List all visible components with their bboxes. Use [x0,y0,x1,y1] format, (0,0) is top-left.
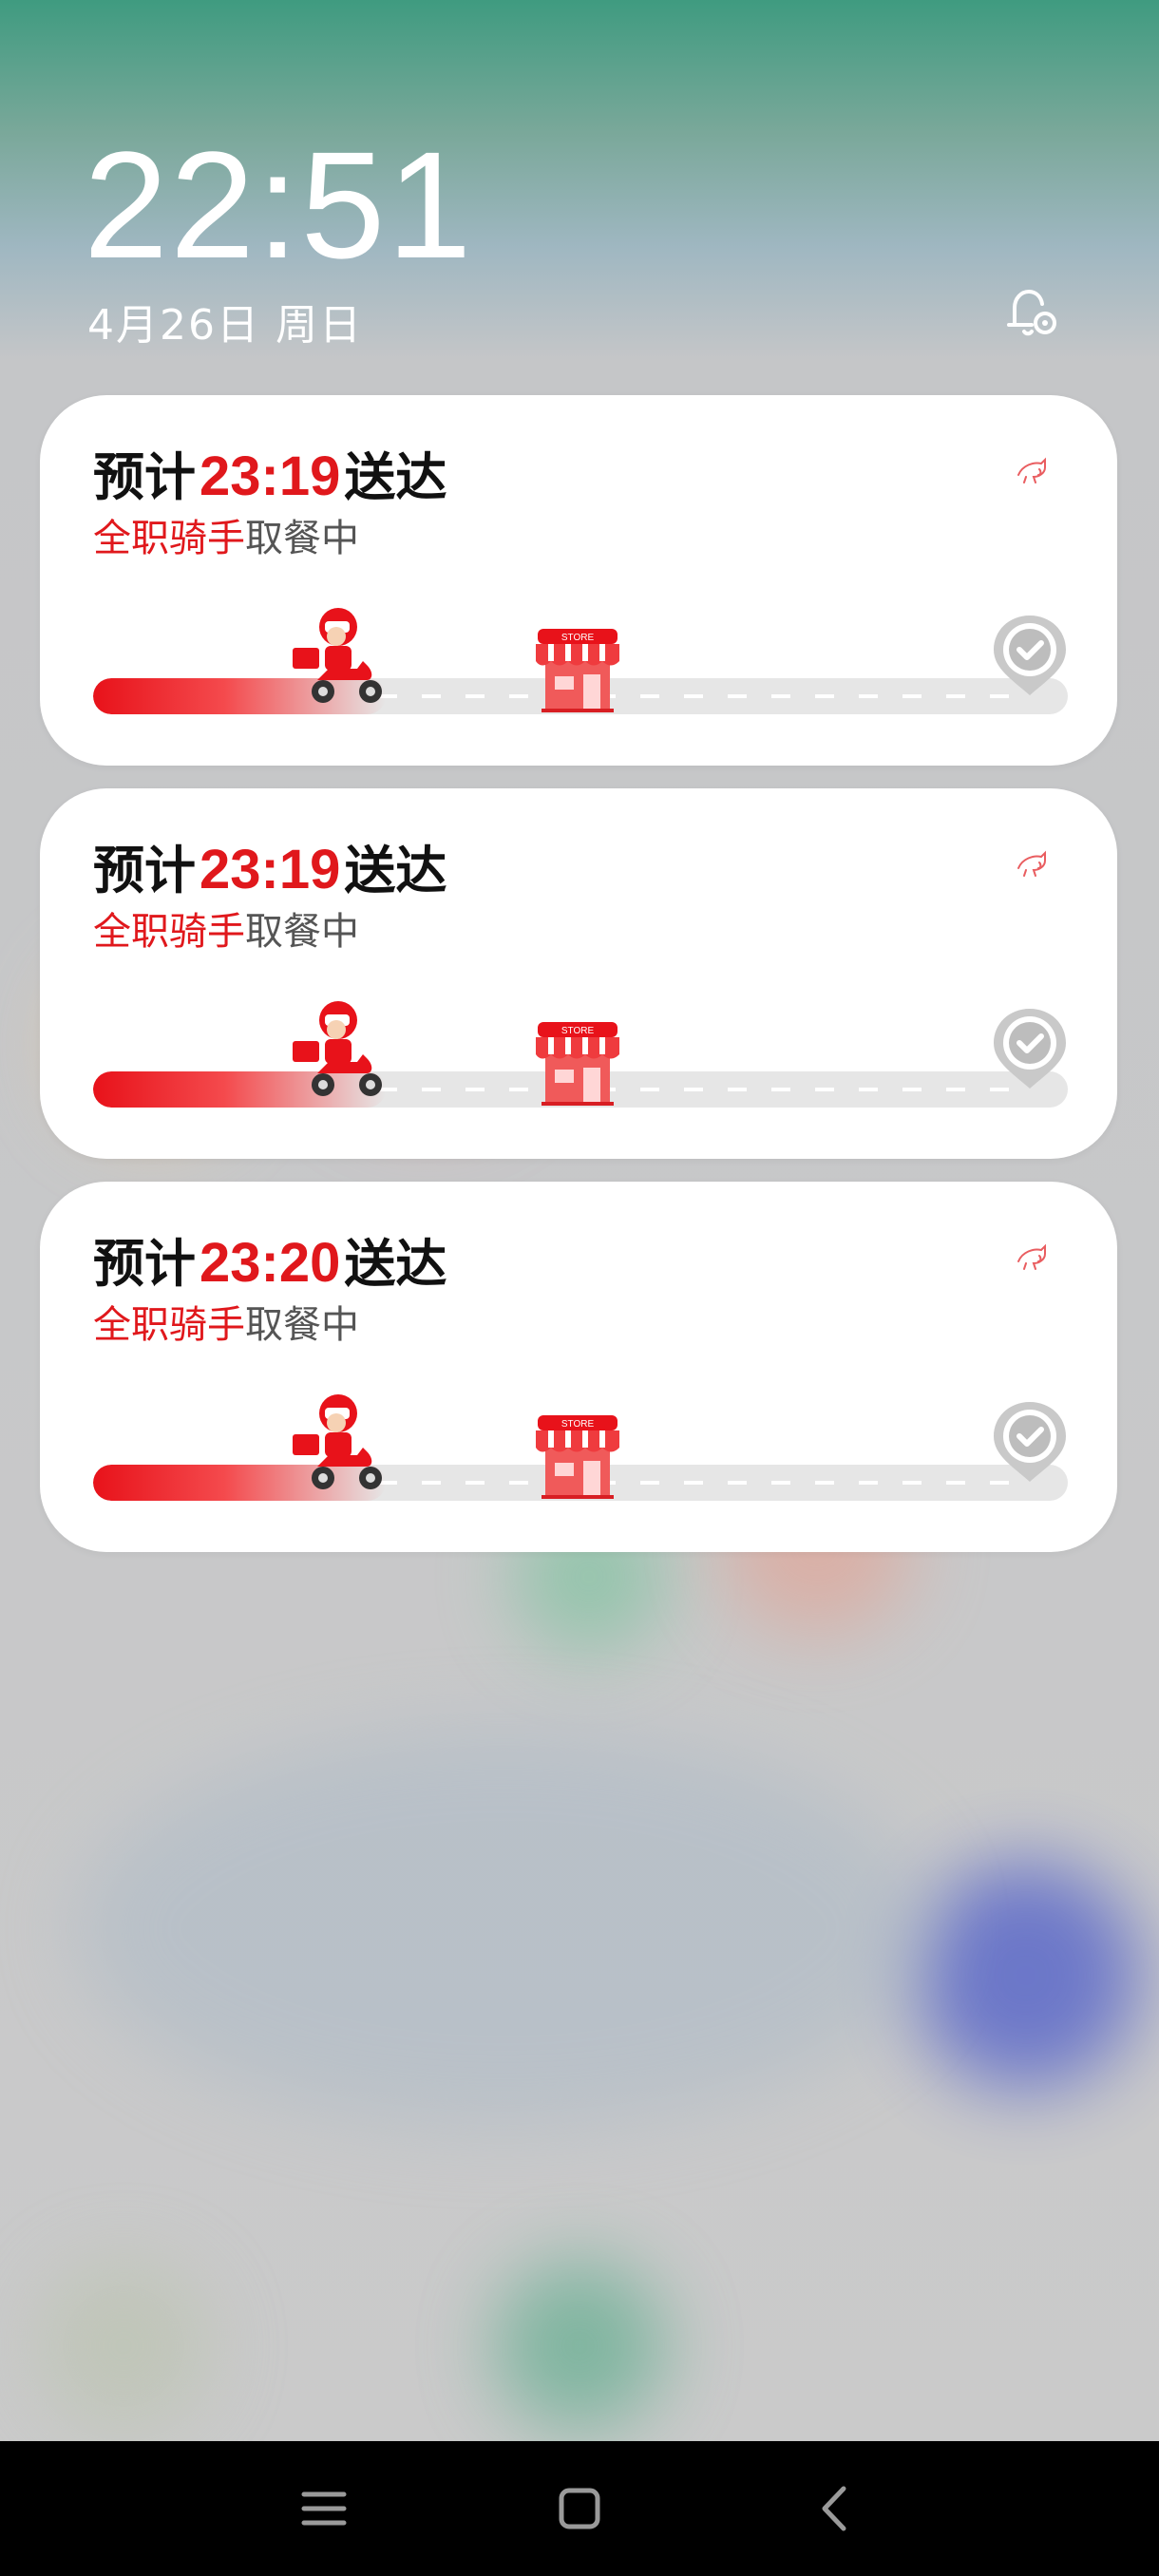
kangaroo-logo-icon [1017,1243,1046,1270]
home-square-icon[interactable] [546,2475,613,2542]
order-status: 取餐中 [245,517,359,560]
back-chevron-icon[interactable] [802,2475,868,2542]
destination-check-icon [994,1009,1066,1089]
road-dashes [378,1088,1011,1091]
eta-prefix: 预计 [93,447,196,507]
store-sign-text: STORE [561,1419,595,1430]
rider-status: 全职骑手取餐中 [93,900,359,956]
rider-type: 全职骑手 [93,1303,245,1347]
system-navigation-bar [0,2441,1159,2576]
eta-title: 预计23:19送达 [93,828,446,903]
eta-time: 23:20 [200,1232,341,1294]
store-sign-text: STORE [561,633,595,643]
destination-check-icon [994,1402,1066,1482]
eta-time: 23:19 [200,839,341,900]
rider-type: 全职骑手 [93,910,245,954]
eta-prefix: 预计 [93,1234,196,1294]
delivery-notification-card[interactable]: 预计23:20送达 全职骑手取餐中 STORE [40,1182,1117,1552]
road-dashes [378,1481,1011,1485]
eta-title: 预计23:20送达 [93,1222,446,1297]
eta-prefix: 预计 [93,841,196,900]
eta-suffix: 送达 [344,841,447,900]
blurred-app-shape [494,2261,665,2432]
eta-suffix: 送达 [344,447,447,507]
destination-check-icon [994,616,1066,695]
notification-settings-icon[interactable] [998,279,1064,346]
rider-status: 全职骑手取餐中 [93,1294,359,1349]
blurred-app-shape [912,1862,1140,2090]
order-status: 取餐中 [245,910,359,954]
lockscreen-clock: 22:51 [84,120,474,290]
road-dashes [378,694,1011,698]
store-icon: STORE [536,1415,619,1499]
eta-time: 23:19 [200,445,341,507]
delivery-notification-card[interactable]: 预计23:19送达 全职骑手取餐中 STORE [40,788,1117,1159]
store-icon: STORE [536,1022,619,1106]
rider-status: 全职骑手取餐中 [93,507,359,562]
scooter-rider-icon [293,1394,382,1489]
store-sign-text: STORE [561,1026,595,1036]
menu-icon[interactable] [291,2475,357,2542]
kangaroo-logo-icon [1017,850,1046,877]
eta-suffix: 送达 [344,1234,447,1294]
store-icon: STORE [536,629,619,712]
rider-type: 全职骑手 [93,517,245,560]
order-status: 取餐中 [245,1303,359,1347]
scooter-rider-icon [293,1001,382,1096]
blurred-app-shape [38,2261,209,2432]
blurred-panel-shape [76,1729,931,2128]
lockscreen-date: 4月26日 周日 [87,301,363,350]
scooter-rider-icon [293,608,382,703]
delivery-notification-card[interactable]: 预计23:19送达 全职骑手取餐中 STORE [40,395,1117,766]
eta-title: 预计23:19送达 [93,435,446,510]
kangaroo-logo-icon [1017,457,1046,483]
